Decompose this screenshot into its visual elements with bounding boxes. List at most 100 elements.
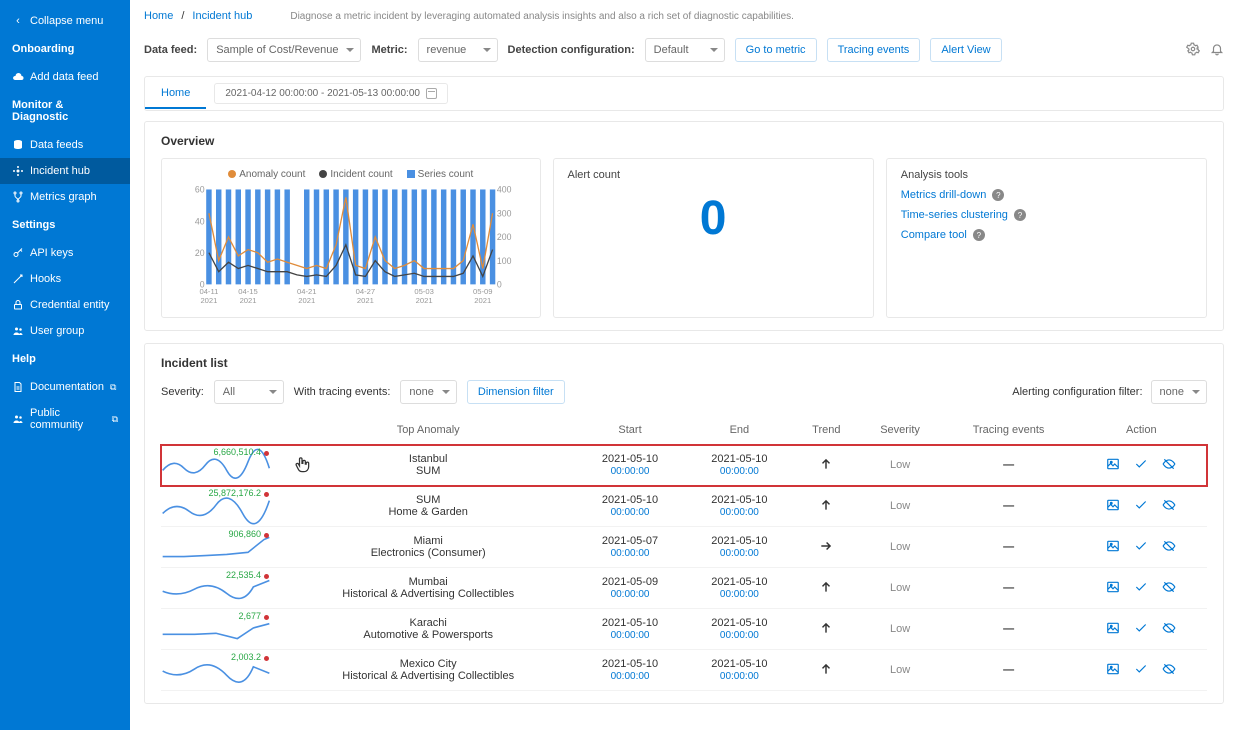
svg-text:300: 300 — [497, 208, 512, 218]
severity-select[interactable]: All — [214, 380, 284, 404]
end: 2021-05-1000:00:00 — [685, 650, 794, 691]
crumb-page[interactable]: Incident hub — [192, 10, 252, 22]
chevron-left-icon: ‹ — [12, 15, 24, 27]
svg-text:2021: 2021 — [298, 296, 315, 305]
sidebar-item-onboarding[interactable]: Onboarding — [0, 34, 130, 64]
external-icon: ⧉ — [110, 382, 116, 393]
table-row[interactable]: 2,677KarachiAutomotive & Powersports2021… — [161, 609, 1207, 650]
start: 2021-05-1000:00:00 — [575, 486, 684, 527]
collapse-menu[interactable]: ‹ Collapse menu — [0, 8, 130, 34]
lock-icon — [12, 299, 24, 311]
trend — [794, 609, 859, 650]
sidebar-item-user-group[interactable]: User group — [0, 318, 130, 344]
sidebar-item-monitor-diagnostic[interactable]: Monitor & Diagnostic — [0, 90, 130, 132]
alert-cfg-select[interactable]: none — [1151, 380, 1207, 404]
image-icon[interactable] — [1106, 621, 1120, 638]
sidebar-label: Add data feed — [30, 71, 99, 83]
sidebar-item-settings[interactable]: Settings — [0, 210, 130, 240]
table-row[interactable]: 2,003.2Mexico CityHistorical & Advertisi… — [161, 650, 1207, 691]
svg-text:0: 0 — [497, 280, 502, 290]
metric-select[interactable]: revenue — [418, 38, 498, 62]
tab-home[interactable]: Home — [145, 79, 206, 109]
alert-cfg-label: Alerting configuration filter: — [1012, 386, 1142, 398]
table-row[interactable]: 22,535.4MumbaiHistorical & Advertising C… — [161, 568, 1207, 609]
sparkline: 2,003.2 — [161, 654, 271, 686]
image-icon[interactable] — [1106, 539, 1120, 556]
sidebar-label: Hooks — [30, 273, 61, 285]
check-icon[interactable] — [1134, 621, 1148, 638]
svg-text:40: 40 — [195, 216, 205, 226]
check-icon[interactable] — [1134, 662, 1148, 679]
col-action: Action — [1076, 416, 1207, 445]
eye-off-icon[interactable] — [1162, 539, 1176, 556]
check-icon[interactable] — [1134, 498, 1148, 515]
date-range-picker[interactable]: 2021-04-12 00:00:00 - 2021-05-13 00:00:0… — [214, 83, 448, 104]
tracing-events-button[interactable]: Tracing events — [827, 38, 921, 62]
eye-off-icon[interactable] — [1162, 498, 1176, 515]
table-row[interactable]: 6,660,510.4IstanbulSUM2021-05-1000:00:00… — [161, 445, 1207, 486]
bell-icon[interactable] — [1210, 42, 1224, 59]
eye-off-icon[interactable] — [1162, 621, 1176, 638]
sidebar-label: Documentation — [30, 381, 104, 393]
tracing: — — [942, 650, 1076, 691]
detect-select[interactable]: Default — [645, 38, 725, 62]
image-icon[interactable] — [1106, 580, 1120, 597]
sidebar-item-metrics-graph[interactable]: Metrics graph — [0, 184, 130, 210]
tool-compare-tool[interactable]: Compare tool? — [901, 229, 1192, 241]
sidebar-item-add-data-feed[interactable]: Add data feed — [0, 64, 130, 90]
crumb-home[interactable]: Home — [144, 10, 173, 22]
check-icon[interactable] — [1134, 539, 1148, 556]
col-start: Start — [575, 416, 684, 445]
image-icon[interactable] — [1106, 498, 1120, 515]
alert-view-button[interactable]: Alert View — [930, 38, 1001, 62]
check-icon[interactable] — [1134, 580, 1148, 597]
sidebar-label: User group — [30, 325, 84, 337]
sidebar-item-hooks[interactable]: Hooks — [0, 266, 130, 292]
sidebar-item-credential-entity[interactable]: Credential entity — [0, 292, 130, 318]
eye-off-icon[interactable] — [1162, 580, 1176, 597]
col-trend: Trend — [794, 416, 859, 445]
sidebar-item-data-feeds[interactable]: Data feeds — [0, 132, 130, 158]
star-icon — [12, 165, 24, 177]
start: 2021-05-0900:00:00 — [575, 568, 684, 609]
image-icon[interactable] — [1106, 457, 1120, 474]
sidebar-item-incident-hub[interactable]: Incident hub — [0, 158, 130, 184]
legend-incident: Incident count — [330, 169, 392, 180]
gear-icon[interactable] — [1186, 42, 1200, 59]
start: 2021-05-1000:00:00 — [575, 609, 684, 650]
table-row[interactable]: 906,860MiamiElectronics (Consumer)2021-0… — [161, 527, 1207, 568]
svg-text:2021: 2021 — [200, 296, 217, 305]
chart-card: Anomaly count Incident count Series coun… — [161, 158, 541, 318]
dimension-filter-button[interactable]: Dimension filter — [467, 380, 565, 404]
sidebar-label: Metrics graph — [30, 191, 97, 203]
check-icon[interactable] — [1134, 457, 1148, 474]
image-icon[interactable] — [1106, 662, 1120, 679]
external-icon: ⧉ — [112, 414, 118, 425]
sidebar-label: Onboarding — [12, 43, 74, 55]
sidebar-item-help[interactable]: Help — [0, 344, 130, 374]
go-to-metric-button[interactable]: Go to metric — [735, 38, 817, 62]
tabs-row: Home 2021-04-12 00:00:00 - 2021-05-13 00… — [144, 76, 1224, 111]
sparkline: 906,860 — [161, 531, 271, 563]
calendar-icon — [426, 88, 437, 99]
severity: Low — [859, 445, 942, 486]
sidebar-item-documentation[interactable]: Documentation ⧉ — [0, 374, 130, 400]
svg-text:60: 60 — [195, 185, 205, 195]
feed-select[interactable]: Sample of Cost/Revenue — [207, 38, 361, 62]
cloud-icon — [12, 71, 24, 83]
eye-off-icon[interactable] — [1162, 457, 1176, 474]
col-tracing-events: Tracing events — [942, 416, 1076, 445]
crumb-sep: / — [181, 10, 184, 22]
sidebar-item-public-community[interactable]: Public community ⧉ — [0, 400, 130, 438]
tool-metrics-drill-down[interactable]: Metrics drill-down? — [901, 189, 1192, 201]
trend — [794, 650, 859, 691]
tools-card: Analysis tools Metrics drill-down?Time-s… — [886, 158, 1207, 318]
sparkline: 2,677 — [161, 613, 271, 645]
sidebar-label: Public community — [30, 407, 106, 431]
table-row[interactable]: 25,872,176.2SUMHome & Garden2021-05-1000… — [161, 486, 1207, 527]
breadcrumb: Home / Incident hub Diagnose a metric in… — [144, 0, 1224, 32]
tracing-select[interactable]: none — [400, 380, 456, 404]
sidebar-item-api-keys[interactable]: API keys — [0, 240, 130, 266]
tool-time-series-clustering[interactable]: Time-series clustering? — [901, 209, 1192, 221]
eye-off-icon[interactable] — [1162, 662, 1176, 679]
